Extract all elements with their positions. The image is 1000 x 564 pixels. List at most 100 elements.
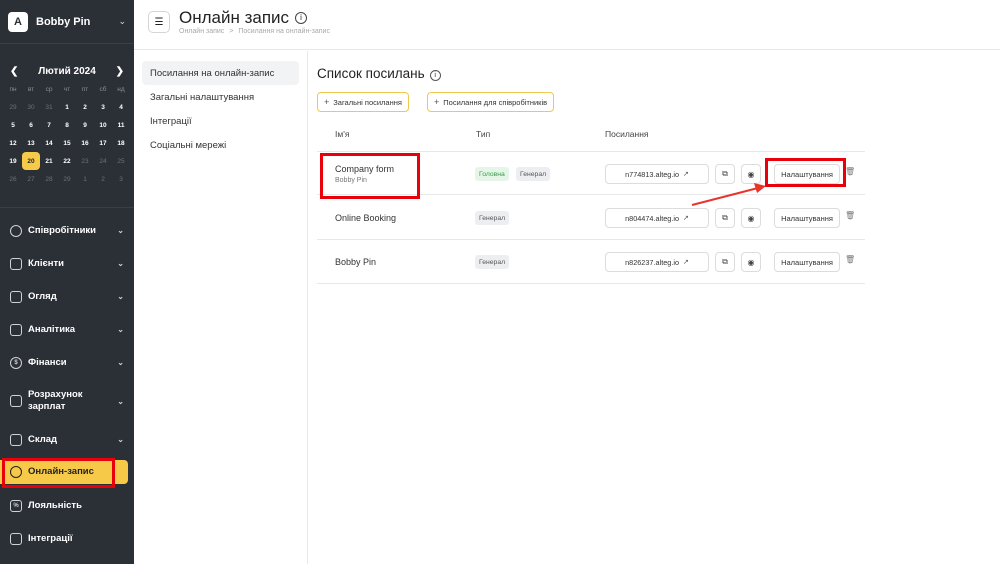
calendar-day[interactable]: 16	[76, 134, 94, 152]
eye-icon: ◉	[747, 169, 755, 179]
chevron-down-icon: ⌄	[117, 259, 124, 268]
calendar-day[interactable]: 9	[76, 116, 94, 134]
preview-button[interactable]: ◉	[741, 252, 761, 272]
column-header-type: Тип	[476, 129, 491, 139]
link-name[interactable]: Bobby Pin	[335, 257, 376, 267]
calendar-day[interactable]: 5	[4, 116, 22, 134]
table-row: Online Booking Генерал n804474.alteg.io ↗…	[317, 196, 865, 240]
chevron-left-icon[interactable]: ❮	[10, 66, 18, 77]
calendar-day[interactable]: 13	[22, 134, 40, 152]
calendar-day[interactable]: 12	[4, 134, 22, 152]
sidebar-item-label: Клієнти	[28, 257, 64, 269]
sidebar-item-overview[interactable]: Огляд ⌄	[0, 280, 134, 313]
percent-icon: %	[10, 499, 22, 512]
calendar-weekday: пн	[9, 85, 17, 93]
sidebar-item-label: Розрахунок зарплат	[28, 389, 83, 412]
calendar-day[interactable]: 19	[4, 152, 22, 170]
calendar-day[interactable]: 6	[22, 116, 40, 134]
sidebar-item-integrations[interactable]: Інтеграції	[0, 522, 134, 555]
calendar-day[interactable]: 29	[4, 98, 22, 116]
calendar-day[interactable]: 24	[94, 152, 112, 170]
calendar-weekday: сб	[99, 85, 107, 93]
eye-icon: ◉	[747, 213, 755, 223]
calendar-day[interactable]: 8	[58, 116, 76, 134]
calendar-day[interactable]: 28	[40, 170, 58, 188]
breadcrumb-item: Посилання на онлайн-запис	[238, 28, 330, 35]
link-url: n774813.alteg.io	[625, 169, 680, 179]
settings-button[interactable]: Налаштування	[774, 252, 840, 272]
sidebar-item-staff[interactable]: Співробітники ⌄	[0, 214, 134, 247]
calendar-day[interactable]: 30	[22, 98, 40, 116]
calendar-day[interactable]: 29	[58, 170, 76, 188]
link-url-button[interactable]: n826237.alteg.io ↗	[605, 252, 709, 272]
submenu-item-integrations[interactable]: Інтеграції	[142, 109, 299, 133]
sidebar-item-label: Аналітика	[28, 323, 76, 335]
calendar-day[interactable]: 2	[76, 98, 94, 116]
chevron-right-icon[interactable]: ❯	[116, 66, 124, 77]
link-url-button[interactable]: n804474.alteg.io ↗	[605, 208, 709, 228]
highlight-box	[320, 153, 420, 199]
brand-switcher[interactable]: A Bobby Pin ⌄	[0, 0, 134, 44]
calculator-icon	[10, 395, 22, 407]
calendar-weekday: нд	[117, 85, 125, 93]
calendar-day[interactable]: 3	[94, 98, 112, 116]
page-header: ☰ Онлайн запис i Онлайн запис > Посилання…	[134, 0, 1000, 50]
calendar-day[interactable]: 14	[40, 134, 58, 152]
menu-toggle-button[interactable]: ☰	[148, 11, 170, 33]
sidebar-item-label: Фінанси	[28, 356, 67, 368]
calendar-weekday: пт	[81, 85, 89, 93]
calendar-day[interactable]: 18	[112, 134, 130, 152]
sidebar-item-label: Огляд	[28, 290, 57, 302]
sidebar-item-finance[interactable]: $ Фінанси ⌄	[0, 346, 134, 379]
sidebar-item-label: Співробітники	[28, 224, 97, 236]
calendar-day[interactable]: 27	[22, 170, 40, 188]
calendar-day[interactable]: 23	[76, 152, 94, 170]
info-icon[interactable]: i	[429, 70, 441, 81]
sidebar-item-payroll[interactable]: Розрахунок зарплат ⌄	[0, 379, 134, 423]
calendar-day[interactable]: 1	[76, 170, 94, 188]
table-row: Bobby Pin Генерал n826237.alteg.io ↗ ⧉ ◉ …	[317, 240, 865, 284]
link-name[interactable]: Online Booking	[335, 213, 396, 223]
calendar-day-today[interactable]: 20	[22, 152, 40, 170]
button-label: Загальні посилання	[333, 97, 402, 107]
general-links-button[interactable]: + Загальні посилання	[317, 92, 409, 112]
submenu-item-links[interactable]: Посилання на онлайн-запис	[142, 61, 299, 85]
chevron-down-icon: ⌄	[117, 292, 124, 301]
calendar-day[interactable]: 15	[58, 134, 76, 152]
submenu-item-general[interactable]: Загальні налаштування	[142, 85, 299, 109]
calendar-day[interactable]: 3	[112, 170, 130, 188]
users-icon	[10, 257, 22, 270]
calendar-day[interactable]: 1	[58, 98, 76, 116]
brand-name: Bobby Pin	[36, 15, 91, 28]
preview-button[interactable]: ◉	[741, 208, 761, 228]
trash-icon[interactable]: 🗑	[845, 211, 855, 220]
calendar-day[interactable]: 7	[40, 116, 58, 134]
info-icon[interactable]: i	[295, 11, 308, 24]
tag-general: Генерал	[516, 167, 551, 181]
calendar-day[interactable]: 21	[40, 152, 58, 170]
submenu-item-social[interactable]: Соціальні мережі	[142, 133, 299, 157]
calendar-day[interactable]: 11	[112, 116, 130, 134]
trash-icon[interactable]: 🗑	[845, 167, 855, 176]
staff-links-button[interactable]: + Посилання для співробітників	[427, 92, 555, 112]
sidebar-item-analytics[interactable]: Аналітика ⌄	[0, 313, 134, 346]
calendar-day[interactable]: 10	[94, 116, 112, 134]
calendar-day[interactable]: 2	[94, 170, 112, 188]
sidebar-item-warehouse[interactable]: Склад ⌄	[0, 423, 134, 456]
chart-icon	[10, 323, 22, 336]
sidebar-item-clients[interactable]: Клієнти ⌄	[0, 247, 134, 280]
calendar-day[interactable]: 31	[40, 98, 58, 116]
hamburger-icon: ☰	[154, 16, 164, 28]
copy-button[interactable]: ⧉	[715, 252, 735, 272]
settings-button[interactable]: Налаштування	[774, 208, 840, 228]
breadcrumb-item[interactable]: Онлайн запис	[179, 28, 224, 35]
chevron-down-icon: ⌄	[118, 16, 126, 26]
calendar-day[interactable]: 17	[94, 134, 112, 152]
copy-button[interactable]: ⧉	[715, 208, 735, 228]
calendar-day[interactable]: 26	[4, 170, 22, 188]
sidebar-item-loyalty[interactable]: % Лояльність	[0, 489, 134, 522]
calendar-day[interactable]: 25	[112, 152, 130, 170]
trash-icon[interactable]: 🗑	[845, 255, 855, 264]
calendar-day[interactable]: 4	[112, 98, 130, 116]
calendar-day[interactable]: 22	[58, 152, 76, 170]
